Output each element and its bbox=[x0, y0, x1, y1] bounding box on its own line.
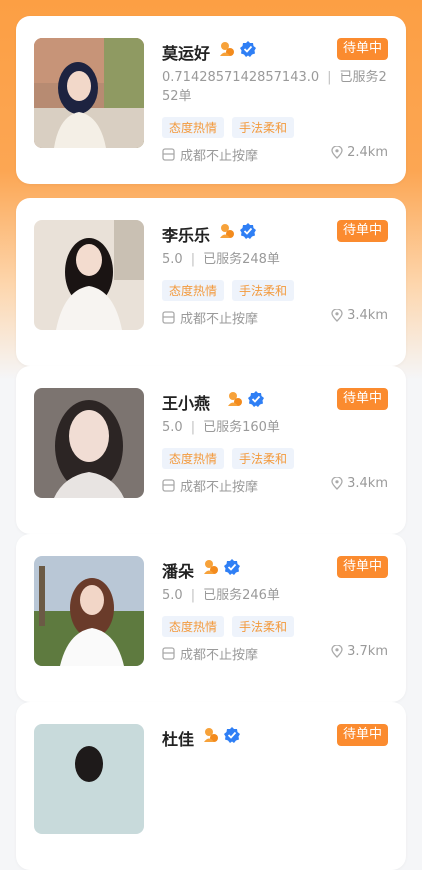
status-badge: 待单中 bbox=[336, 38, 388, 60]
status-badge: 待单中 bbox=[336, 556, 388, 578]
therapist-name: 莫运好 bbox=[162, 44, 211, 63]
gold-medal-icon bbox=[204, 728, 218, 742]
distance-info: 2.4km bbox=[331, 145, 388, 160]
status-badge: 待单中 bbox=[336, 724, 388, 746]
location-pin-icon bbox=[331, 645, 343, 658]
store-icon bbox=[162, 311, 175, 324]
therapist-stats: 5.0 | 已服务160单 bbox=[162, 420, 280, 435]
store-name: 成都不止按摩 bbox=[180, 480, 259, 495]
location-pin-icon bbox=[331, 477, 343, 490]
status-badge: 待单中 bbox=[336, 220, 388, 242]
location-pin-icon bbox=[331, 146, 343, 159]
store-icon bbox=[162, 148, 175, 161]
store-name: 成都不止按摩 bbox=[180, 648, 259, 663]
rating: 5.0 bbox=[162, 588, 183, 603]
therapist-card[interactable]: 李乐乐 待单中 5.0 | 已服务248单 态度热情 手法柔和 成都不止按摩 3.4… bbox=[16, 198, 406, 366]
rating: 5.0 bbox=[162, 420, 183, 435]
tag: 手法柔和 bbox=[232, 616, 295, 637]
served-count: 已服务246单 bbox=[203, 588, 280, 603]
served-count: 已服务248单 bbox=[203, 252, 280, 267]
therapist-photo bbox=[34, 220, 144, 330]
tag: 态度热情 bbox=[162, 280, 225, 301]
verified-icon bbox=[240, 223, 256, 239]
therapist-card[interactable]: 杜佳 待单中 bbox=[16, 702, 406, 870]
tag: 手法柔和 bbox=[232, 448, 295, 469]
gold-medal-icon bbox=[204, 560, 218, 574]
status-badge: 待单中 bbox=[336, 388, 388, 410]
therapist-photo bbox=[34, 556, 144, 666]
distance: 2.4km bbox=[347, 145, 388, 160]
store-icon bbox=[162, 479, 175, 492]
distance-info: 3.4km bbox=[331, 476, 388, 491]
therapist-name: 李乐乐 bbox=[162, 226, 211, 245]
therapist-card[interactable]: 王小燕 待单中 5.0 | 已服务160单 态度热情 手法柔和 成都不止按摩 3.4… bbox=[16, 366, 406, 534]
distance-info: 3.7km bbox=[331, 644, 388, 659]
store-icon bbox=[162, 647, 175, 660]
therapist-stats: 5.0 | 已服务248单 bbox=[162, 252, 280, 267]
tag: 手法柔和 bbox=[232, 117, 295, 138]
therapist-name: 潘朵 bbox=[162, 562, 195, 581]
store-name: 成都不止按摩 bbox=[180, 149, 259, 164]
therapist-stats: 0.7142857142857143.0 | 已服务252单 bbox=[162, 70, 387, 104]
store-info: 成都不止按摩 bbox=[162, 145, 258, 164]
verified-icon bbox=[224, 727, 240, 743]
verified-icon bbox=[248, 391, 264, 407]
tag: 手法柔和 bbox=[232, 280, 295, 301]
location-pin-icon bbox=[331, 309, 343, 322]
distance: 3.4km bbox=[347, 476, 388, 491]
distance: 3.7km bbox=[347, 644, 388, 659]
therapist-stats: 5.0 | 已服务246单 bbox=[162, 588, 280, 603]
gold-medal-icon bbox=[228, 392, 242, 406]
store-info: 成都不止按摩 bbox=[162, 308, 258, 327]
tag: 态度热情 bbox=[162, 616, 225, 637]
therapist-name: 王小燕 bbox=[162, 394, 211, 413]
gold-medal-icon bbox=[220, 42, 234, 56]
store-info: 成都不止按摩 bbox=[162, 476, 258, 495]
therapist-photo bbox=[34, 388, 144, 498]
verified-icon bbox=[224, 559, 240, 575]
store-info: 成都不止按摩 bbox=[162, 644, 258, 663]
store-name: 成都不止按摩 bbox=[180, 312, 259, 327]
therapist-photo bbox=[34, 724, 144, 834]
tag: 态度热情 bbox=[162, 117, 225, 138]
rating: 0.7142857142857143.0 bbox=[162, 70, 320, 85]
rating: 5.0 bbox=[162, 252, 183, 267]
distance: 3.4km bbox=[347, 308, 388, 323]
distance-info: 3.4km bbox=[331, 308, 388, 323]
therapist-card[interactable]: 潘朵 待单中 5.0 | 已服务246单 态度热情 手法柔和 成都不止按摩 3.7k… bbox=[16, 534, 406, 702]
served-count: 已服务160单 bbox=[203, 420, 280, 435]
verified-icon bbox=[240, 41, 256, 57]
gold-medal-icon bbox=[220, 224, 234, 238]
therapist-name: 杜佳 bbox=[162, 730, 195, 749]
therapist-photo bbox=[34, 38, 144, 148]
therapist-card[interactable]: 莫运好 待单中 0.7142857142857143.0 | 已服务252单 态度热… bbox=[16, 16, 406, 184]
tag: 态度热情 bbox=[162, 448, 225, 469]
